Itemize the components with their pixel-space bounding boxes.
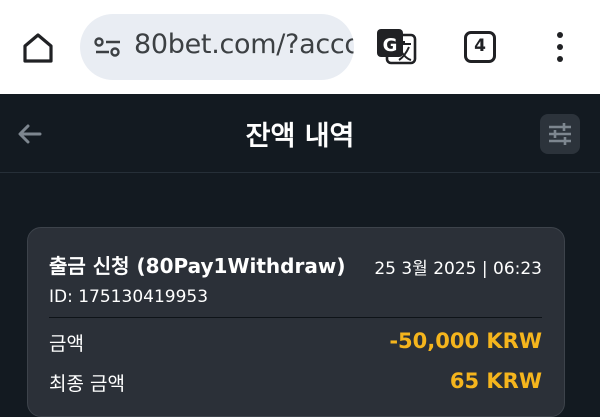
tune-icon <box>94 37 120 57</box>
more-vert-icon[interactable] <box>548 30 572 64</box>
home-button[interactable] <box>18 28 58 68</box>
translate-icon: G <box>377 29 417 65</box>
transaction-date: 25 3월 2025 | 06:23 <box>374 259 542 279</box>
svg-text:G: G <box>383 35 398 56</box>
final-amount-value: 65 KRW <box>449 369 542 393</box>
final-amount-label: 최종 금액 <box>49 373 125 395</box>
sliders-icon <box>549 123 571 145</box>
transaction-type: 출금 신청 (80Pay1Withdraw) <box>49 254 346 278</box>
amount-label: 금액 <box>49 333 84 355</box>
card-divider <box>49 317 542 318</box>
site-settings-button[interactable] <box>94 35 122 59</box>
address-bar[interactable]: 80bet.com/?accc <box>80 14 354 80</box>
amount-value: -50,000 KRW <box>389 329 542 353</box>
filter-button[interactable] <box>540 114 580 154</box>
tab-count-button[interactable]: 4 <box>464 31 496 63</box>
browser-toolbar: 80bet.com/?accc G 4 <box>0 0 600 94</box>
transaction-id: ID: 175130419953 <box>49 287 209 307</box>
translate-button[interactable]: G <box>374 26 418 68</box>
url-text[interactable]: 80bet.com/?accc <box>134 29 354 60</box>
page-title: 잔액 내역 <box>245 121 355 152</box>
home-icon <box>23 33 53 63</box>
app-header: 잔액 내역 <box>0 94 600 173</box>
transaction-card[interactable]: 출금 신청 (80Pay1Withdraw) 25 3월 2025 | 06:2… <box>27 227 565 417</box>
